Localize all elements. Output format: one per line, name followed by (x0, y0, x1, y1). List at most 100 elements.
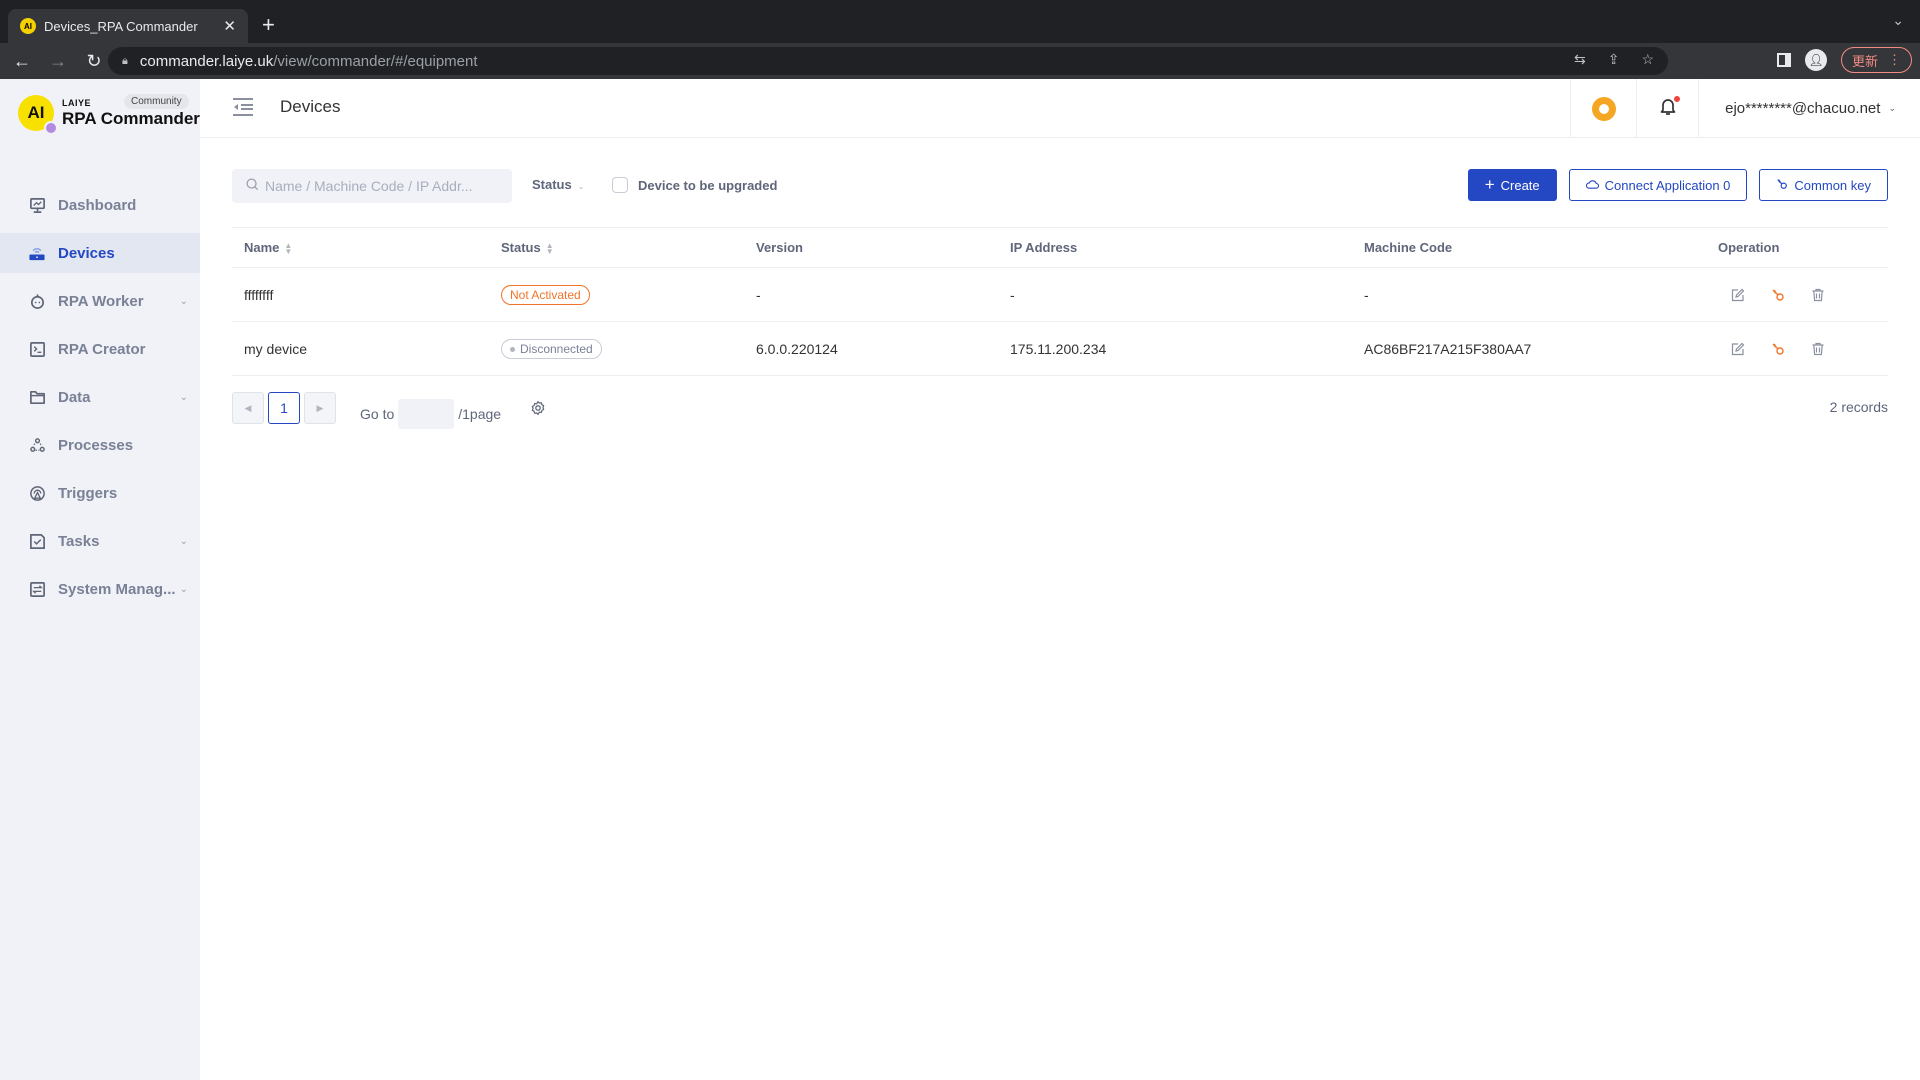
status-badge: Not Activated (501, 284, 590, 305)
total-pages-label: /1page (458, 406, 502, 422)
create-button[interactable]: + Create (1467, 169, 1557, 201)
cell-name: my device (244, 340, 308, 357)
column-header-ip: IP Address (1010, 240, 1078, 255)
sidebar-item-triggers[interactable]: Triggers (0, 473, 200, 513)
cell-name: ffffffff (244, 286, 274, 303)
notifications-button[interactable] (1636, 79, 1698, 138)
prev-page-button[interactable]: ◀ (232, 392, 264, 424)
status-filter-dropdown[interactable]: Status ⌄ (532, 177, 584, 192)
system-settings-icon (28, 580, 46, 598)
back-button[interactable]: ← (8, 51, 36, 72)
delete-icon[interactable] (1810, 287, 1826, 303)
checkbox-label: Device to be upgraded (638, 177, 778, 193)
gear-icon[interactable] (530, 400, 546, 421)
sidebar-item-data[interactable]: Data ⌄ (0, 377, 200, 417)
connect-application-button[interactable]: Connect Application 0 (1568, 169, 1748, 201)
sidebar-item-system-management[interactable]: System Manag... ⌄ (0, 569, 200, 609)
sort-icon[interactable]: ▲ ▼ (546, 241, 554, 255)
sidebar-item-label: Tasks (58, 532, 100, 550)
checkbox[interactable] (612, 177, 628, 193)
bookmark-star-icon[interactable]: ☆ (1641, 51, 1654, 68)
common-key-button[interactable]: Common key (1759, 169, 1888, 201)
favicon-icon: AI (20, 18, 36, 34)
chevron-down-icon: ⌄ (1888, 103, 1896, 113)
table-row: ffffffff Not Activated - - - (232, 268, 1888, 322)
forward-button[interactable]: → (44, 51, 72, 72)
tab-search-chevron-icon[interactable]: ⌄ (1892, 12, 1904, 29)
chevron-down-icon: ⌄ (179, 295, 188, 307)
new-tab-button[interactable]: + (262, 12, 275, 38)
sidebar-nav: Dashboard Devices RPA Worker ⌄ RPA Creat… (0, 185, 200, 617)
sidebar-item-dashboard[interactable]: Dashboard (0, 185, 200, 225)
sidebar: AI LAIYE RPA Commander Community Dashboa… (0, 79, 200, 1080)
table-header: Name ▲ ▼ Status ▲ ▼ Version IP Address Machi… (232, 227, 1888, 268)
create-label: Create (1500, 177, 1540, 193)
device-to-upgrade-checkbox[interactable]: Device to be upgraded (612, 177, 777, 193)
robot-icon (28, 292, 46, 310)
sidebar-item-rpa-worker[interactable]: RPA Worker ⌄ (0, 281, 200, 321)
column-header-status[interactable]: Status ▲ ▼ (501, 240, 756, 255)
close-tab-icon[interactable]: ✕ (223, 17, 236, 35)
reload-button[interactable]: ↻ (80, 51, 108, 72)
devices-table: Name ▲ ▼ Status ▲ ▼ Version IP Address Machi… (232, 227, 1888, 376)
search-icon (246, 178, 259, 194)
next-page-button[interactable]: ▶ (304, 392, 336, 424)
address-bar[interactable]: 🔒︎ commander.laiye.uk /view/commander/#/… (108, 47, 1668, 75)
page-button-current[interactable]: 1 (268, 392, 300, 424)
status-filter-label: Status (532, 177, 572, 192)
router-icon (28, 244, 46, 262)
task-check-icon (28, 532, 46, 550)
profile-avatar-icon[interactable]: 👤︎ (1804, 49, 1827, 71)
main-content: Devices ejo********@chacuo.net ⌄ Name / … (200, 79, 1920, 1080)
sidebar-item-label: RPA Worker (58, 292, 144, 310)
connect-label: Connect Application 0 (1604, 177, 1731, 193)
column-header-name[interactable]: Name ▲ ▼ (232, 240, 501, 255)
sidebar-item-tasks[interactable]: Tasks ⌄ (0, 521, 200, 561)
page-title: Devices (280, 97, 341, 116)
edition-badge: Community (124, 94, 189, 109)
tips-button[interactable] (1570, 79, 1636, 138)
monitor-chart-icon (28, 196, 46, 214)
browser-tab[interactable]: AI Devices_RPA Commander ✕ (8, 9, 248, 43)
common-key-label: Common key (1794, 177, 1871, 193)
sidebar-item-processes[interactable]: Processes (0, 425, 200, 465)
user-menu[interactable]: ejo********@chacuo.net ⌄ (1698, 79, 1920, 138)
cell-operation (1718, 341, 1888, 357)
search-box[interactable] (232, 169, 512, 203)
edit-icon[interactable] (1730, 287, 1746, 303)
collapse-sidebar-icon[interactable] (232, 97, 254, 117)
status-dot (510, 346, 515, 352)
notification-dot (1673, 95, 1680, 102)
sidebar-item-devices[interactable]: Devices (0, 233, 200, 273)
cell-status: Not Activated (501, 284, 756, 305)
search-input[interactable] (265, 178, 495, 194)
url-host: commander.laiye.uk (139, 52, 274, 70)
sort-icon[interactable]: ▲ ▼ (284, 241, 292, 255)
browser-toolbar: ← → ↻ 🔒︎ commander.laiye.uk /view/comman… (0, 43, 1920, 79)
edit-icon[interactable] (1730, 341, 1746, 357)
column-header-version: Version (756, 240, 803, 255)
side-panel-icon[interactable] (1776, 53, 1791, 67)
cell-version: - (756, 286, 761, 303)
terminal-icon (28, 340, 46, 358)
tab-title: Devices_RPA Commander (44, 18, 198, 34)
cell-status: Disconnected (501, 338, 756, 359)
plus-icon: + (1484, 175, 1495, 194)
goto-page: Go to /1page (360, 399, 501, 429)
browser-update-button[interactable]: 更新 ⋮ (1840, 47, 1912, 73)
goto-page-input[interactable] (398, 399, 455, 429)
key-icon[interactable] (1770, 341, 1786, 357)
sidebar-item-label: System Manag... (58, 580, 176, 598)
share-icon[interactable]: ⇪ (1608, 51, 1620, 68)
bell-icon (1659, 95, 1680, 121)
lightbulb-icon (1591, 96, 1616, 121)
translate-icon[interactable]: ⇆ (1574, 51, 1586, 68)
column-header-machine-code: Machine Code (1364, 240, 1453, 255)
key-icon[interactable] (1770, 287, 1786, 303)
sidebar-item-label: Data (58, 388, 91, 406)
delete-icon[interactable] (1810, 341, 1826, 357)
sidebar-item-rpa-creator[interactable]: RPA Creator (0, 329, 200, 369)
trigger-icon (28, 484, 46, 502)
cell-ip: - (1010, 286, 1015, 303)
browser-tab-strip: AI Devices_RPA Commander ✕ + ⌄ (0, 0, 1920, 43)
